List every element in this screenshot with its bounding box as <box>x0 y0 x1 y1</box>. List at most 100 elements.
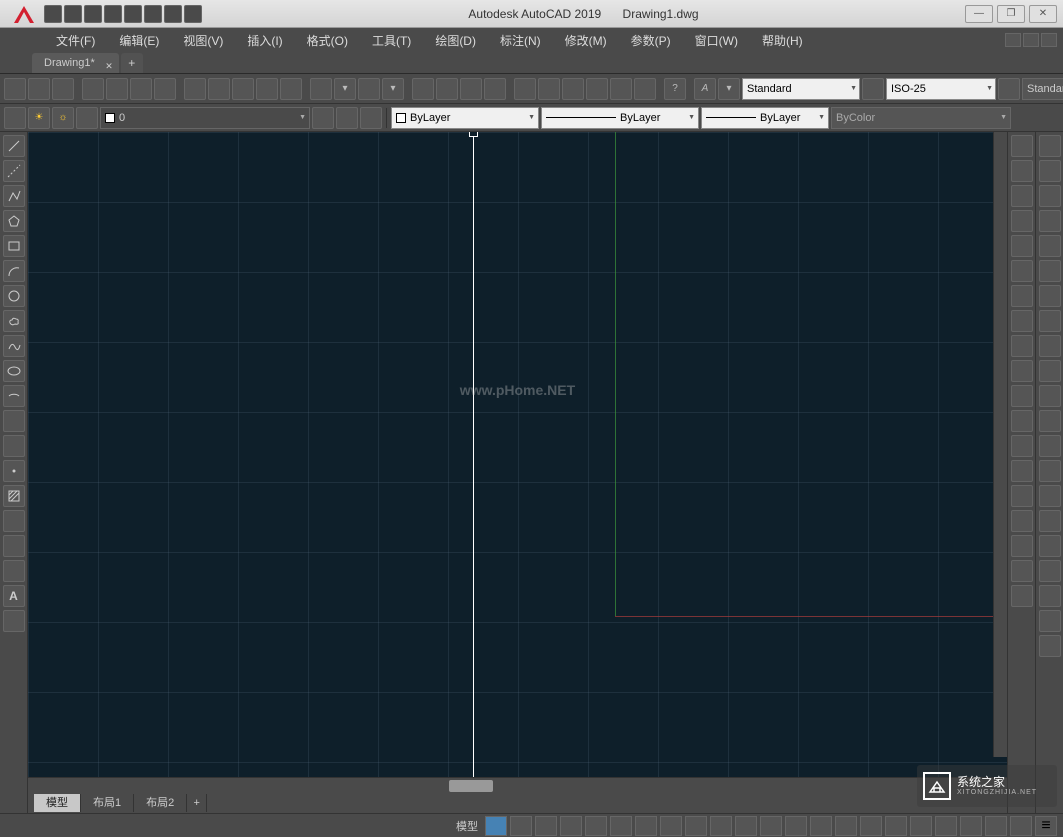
lock-icon[interactable] <box>76 107 98 129</box>
insert-block-icon[interactable] <box>3 410 25 432</box>
textstyle-dd-icon[interactable]: ▾ <box>718 78 740 100</box>
menu-file[interactable]: 文件(F) <box>56 32 95 49</box>
erase-icon[interactable] <box>1011 160 1033 182</box>
fillet-icon[interactable] <box>1011 535 1033 557</box>
linetype-dropdown[interactable]: ByLayer <box>541 107 699 129</box>
dim-diameter-icon[interactable] <box>1039 285 1061 307</box>
ellipse-icon[interactable] <box>3 360 25 382</box>
model-space-label[interactable]: 模型 <box>452 818 482 834</box>
dim-style-dropdown[interactable]: ISO-25 <box>886 78 996 100</box>
dyn-icon[interactable] <box>760 816 782 836</box>
vertical-scrollbar[interactable] <box>993 132 1007 757</box>
layout-tab-model[interactable]: 模型 <box>34 794 81 812</box>
osnap-icon[interactable] <box>660 816 682 836</box>
menu-parametric[interactable]: 参数(P) <box>631 32 671 49</box>
menu-dimension[interactable]: 标注(N) <box>500 32 541 49</box>
dim-break-icon[interactable] <box>1039 435 1061 457</box>
inspect-icon[interactable] <box>1039 510 1061 532</box>
iso-draft-icon[interactable] <box>635 816 657 836</box>
layout-tab-1[interactable]: 布局1 <box>81 794 134 812</box>
layout-tab-new-button[interactable]: + <box>187 794 207 812</box>
dim-style-icon[interactable] <box>1039 635 1061 657</box>
menu-window[interactable]: 窗口(W) <box>695 32 738 49</box>
array-icon[interactable] <box>1011 260 1033 282</box>
properties-icon[interactable] <box>514 78 536 100</box>
break-point-icon[interactable] <box>1011 435 1033 457</box>
dim-update-icon[interactable] <box>1039 610 1061 632</box>
dim-ordinate-icon[interactable] <box>1039 210 1061 232</box>
menu-edit[interactable]: 编辑(E) <box>119 32 159 49</box>
minimize-button[interactable]: — <box>965 5 993 23</box>
dim-space-icon[interactable] <box>1039 410 1061 432</box>
menu-modify[interactable]: 修改(M) <box>565 32 607 49</box>
select-icon[interactable] <box>1011 135 1033 157</box>
hscroll-thumb[interactable] <box>449 780 493 792</box>
undo-dd-icon[interactable]: ▾ <box>334 78 356 100</box>
workspace-icon[interactable] <box>910 816 932 836</box>
close-button[interactable]: ✕ <box>1029 5 1057 23</box>
drawing-canvas[interactable]: www.pHome.NET <box>28 132 1007 777</box>
qat-new-icon[interactable] <box>44 5 62 23</box>
layer-manager-icon[interactable] <box>4 107 26 129</box>
layout-tab-2[interactable]: 布局2 <box>134 794 187 812</box>
region-icon[interactable] <box>3 535 25 557</box>
save-icon[interactable] <box>52 78 74 100</box>
dynamic-icon[interactable] <box>560 816 582 836</box>
horizontal-scrollbar[interactable] <box>28 777 1007 793</box>
quick-props-icon[interactable] <box>885 816 907 836</box>
open-icon[interactable] <box>28 78 50 100</box>
offset-icon[interactable] <box>1011 235 1033 257</box>
bulb-icon[interactable]: ☀ <box>28 107 50 129</box>
dim-edit-icon[interactable] <box>1039 560 1061 582</box>
qat-undo-icon[interactable] <box>144 5 162 23</box>
layer-dropdown[interactable]: 0 <box>100 107 310 129</box>
menu-insert[interactable]: 插入(I) <box>247 32 282 49</box>
add-selected-icon[interactable] <box>3 610 25 632</box>
zoom-win-icon[interactable] <box>484 78 506 100</box>
new-doc-tab-button[interactable]: + <box>121 53 143 73</box>
mtext-icon[interactable]: A <box>3 585 25 607</box>
dim-radius-icon[interactable] <box>1039 235 1061 257</box>
plot-preview-icon[interactable] <box>106 78 128 100</box>
customize-icon[interactable]: ≡ <box>1035 816 1057 836</box>
qat-dropdown-icon[interactable] <box>184 5 202 23</box>
annotation-monitor-icon[interactable] <box>935 816 957 836</box>
stretch-icon[interactable] <box>1011 360 1033 382</box>
polyline-icon[interactable] <box>3 185 25 207</box>
rotate-icon[interactable] <box>1011 310 1033 332</box>
dim-aligned-icon[interactable] <box>1039 160 1061 182</box>
undo-icon[interactable] <box>310 78 332 100</box>
dim-continue-icon[interactable] <box>1039 385 1061 407</box>
arc-icon[interactable] <box>3 260 25 282</box>
measure-icon[interactable] <box>634 78 656 100</box>
calc-icon[interactable] <box>610 78 632 100</box>
dim-jogged-icon[interactable] <box>1039 260 1061 282</box>
break-icon[interactable] <box>1011 460 1033 482</box>
gradient-icon[interactable] <box>3 510 25 532</box>
mirror-icon[interactable] <box>1011 210 1033 232</box>
dim-baseline-icon[interactable] <box>1039 360 1061 382</box>
hardware-icon[interactable] <box>960 816 982 836</box>
line-icon[interactable] <box>3 135 25 157</box>
zoom-ext-icon[interactable] <box>460 78 482 100</box>
menu-format[interactable]: 格式(O) <box>307 32 348 49</box>
doc-tab-active[interactable]: Drawing1* ✕ <box>32 53 119 73</box>
qat-save-icon[interactable] <box>84 5 102 23</box>
xline-icon[interactable] <box>3 160 25 182</box>
qat-print-icon[interactable] <box>124 5 142 23</box>
redo-icon[interactable] <box>358 78 380 100</box>
point-icon[interactable] <box>3 460 25 482</box>
tolerance-icon[interactable] <box>1039 460 1061 482</box>
chamfer-icon[interactable] <box>1011 510 1033 532</box>
revision-cloud-icon[interactable] <box>3 310 25 332</box>
transparency-icon[interactable] <box>810 816 832 836</box>
qat-redo-icon[interactable] <box>164 5 182 23</box>
layer-uniso-icon[interactable] <box>360 107 382 129</box>
move-icon[interactable] <box>1011 285 1033 307</box>
dim-tedit-icon[interactable] <box>1039 585 1061 607</box>
ducs-icon[interactable] <box>735 816 757 836</box>
table-icon[interactable] <box>3 560 25 582</box>
mdi-minimize-button[interactable] <box>1005 33 1021 47</box>
extend-icon[interactable] <box>1011 410 1033 432</box>
app-logo[interactable] <box>8 2 40 26</box>
